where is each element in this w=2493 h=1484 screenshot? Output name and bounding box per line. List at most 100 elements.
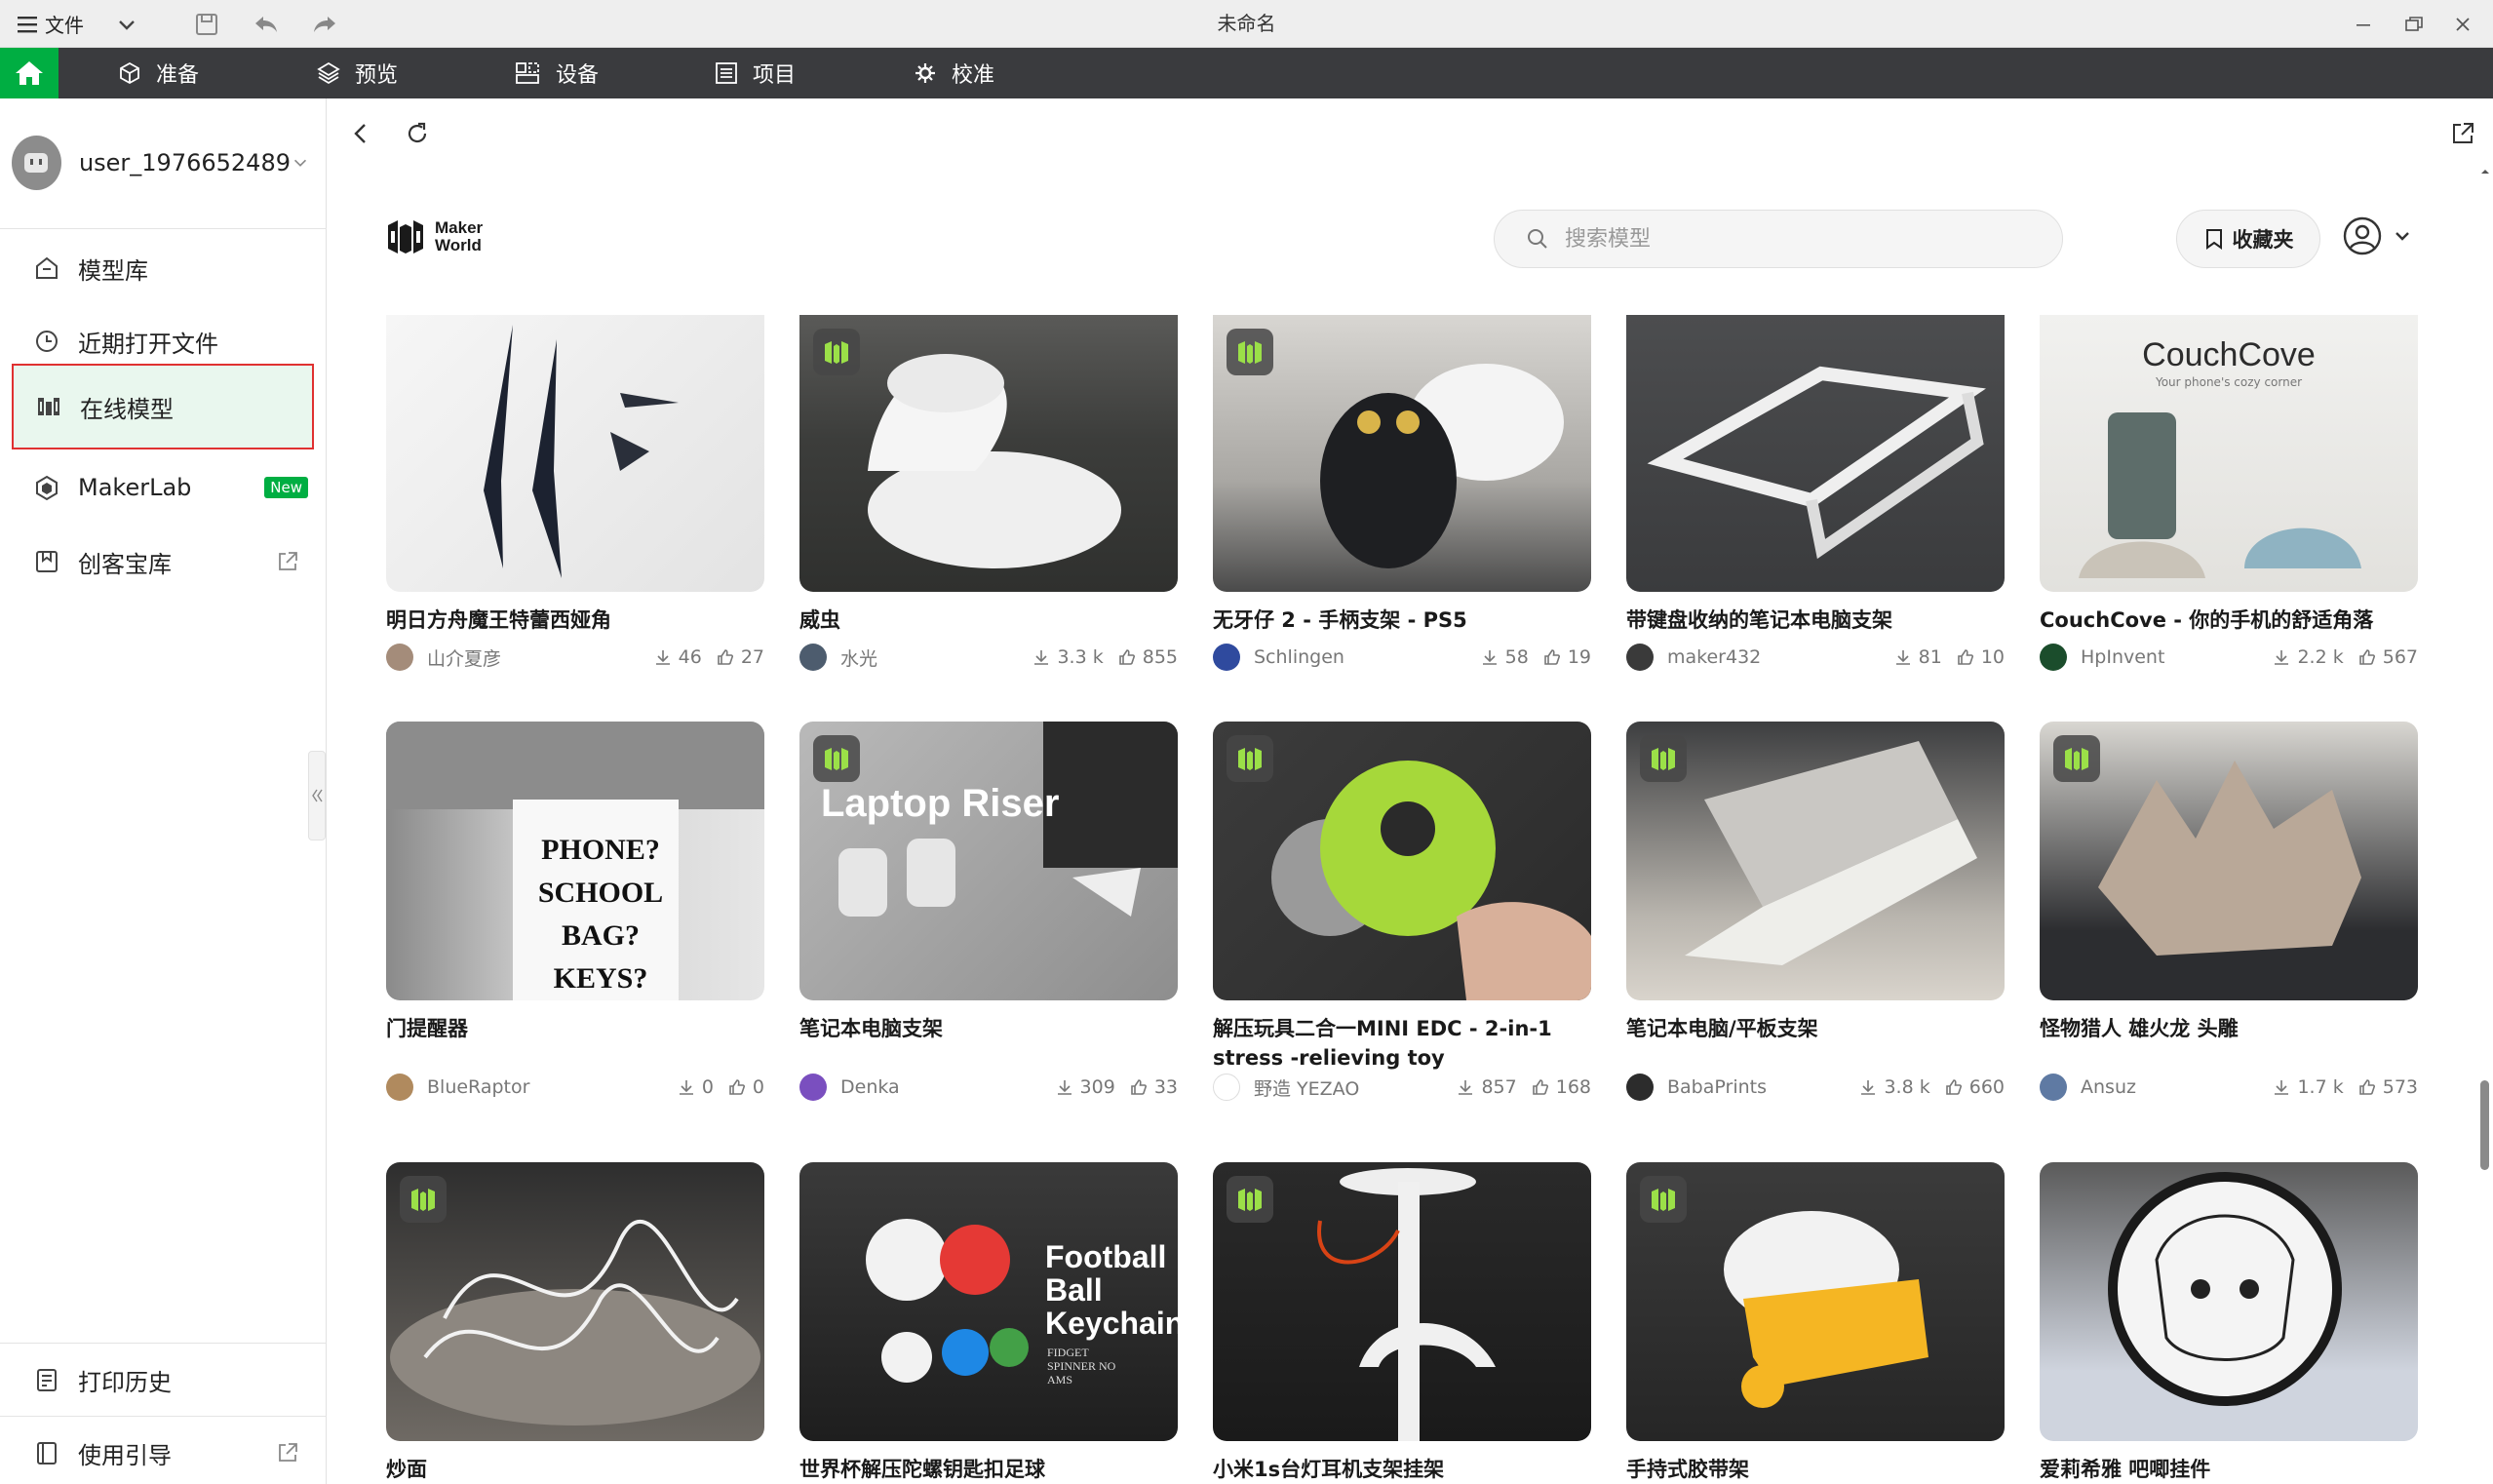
sidebar-item-user-guide[interactable]: 使用引导 <box>12 1419 314 1484</box>
file-menu-button[interactable]: 文件 <box>16 0 84 48</box>
minimize-button[interactable] <box>2352 0 2375 48</box>
author-avatar <box>386 1074 413 1101</box>
author-name[interactable]: BabaPrints <box>1667 1076 1845 1098</box>
like-count: 567 <box>2357 646 2418 668</box>
sidebar-collapse-handle[interactable] <box>308 751 326 840</box>
author-name[interactable]: Schlingen <box>1254 646 1466 668</box>
model-thumbnail[interactable]: Football Ball Keychain FIDGET SPINNER NO… <box>799 1162 1178 1441</box>
model-thumbnail[interactable] <box>1626 722 2005 1000</box>
model-thumbnail[interactable] <box>1213 1162 1591 1441</box>
sidebar-item-model-library[interactable]: 模型库 <box>12 234 314 302</box>
author-name[interactable]: Ansuz <box>2081 1076 2258 1098</box>
model-thumbnail[interactable]: CouchCove Your phone's cozy corner <box>2040 315 2418 592</box>
tab-prepare[interactable]: 准备 <box>117 48 199 98</box>
undo-icon <box>255 16 277 32</box>
author-name[interactable]: BlueRaptor <box>427 1076 663 1098</box>
model-card[interactable]: 手持式胶带架 <box>1626 1162 2005 1484</box>
chevron-down-icon <box>119 20 135 30</box>
undo-button[interactable] <box>252 0 281 48</box>
model-thumbnail[interactable] <box>1626 1162 2005 1441</box>
makerworld-icon <box>33 391 64 422</box>
restore-button[interactable] <box>2402 0 2426 48</box>
model-meta: maker432 81 10 <box>1626 643 2005 672</box>
tab-calibration[interactable]: 校准 <box>913 48 994 98</box>
makerworld-logo-icon <box>388 220 423 254</box>
page-scrollbar[interactable] <box>2480 167 2490 1484</box>
tab-device[interactable]: 设备 <box>515 48 599 98</box>
model-thumbnail[interactable]: Laptop Riser <box>799 722 1178 1000</box>
model-card[interactable]: 解压玩具二合一MINI EDC - 2-in-1 stress -relievi… <box>1213 722 1591 1102</box>
model-thumbnail[interactable] <box>1213 722 1591 1000</box>
sidebar-item-print-history[interactable]: 打印历史 <box>12 1346 314 1414</box>
model-thumbnail[interactable] <box>1626 315 2005 592</box>
scroll-up-arrow-icon <box>2481 170 2489 174</box>
account-menu-button[interactable] <box>2342 215 2412 256</box>
file-dropdown-button[interactable] <box>115 0 138 48</box>
makerworld-header: Maker World 收藏夹 <box>328 167 2473 315</box>
model-card[interactable]: 小米1s台灯耳机支架挂架 <box>1213 1162 1591 1484</box>
model-meta: BabaPrints 3.8 k 660 <box>1626 1073 2005 1102</box>
author-name[interactable]: 野造 YEZAO <box>1254 1074 1442 1101</box>
thumbnail-text: Laptop Riser <box>821 782 1060 825</box>
chevron-down-icon <box>2396 232 2409 241</box>
model-card[interactable]: 爱莉希雅 吧唧挂件 <box>2040 1162 2418 1484</box>
model-thumbnail[interactable] <box>799 315 1178 592</box>
download-icon <box>1459 1080 1473 1095</box>
model-thumbnail[interactable] <box>2040 1162 2418 1441</box>
model-card[interactable]: CouchCove Your phone's cozy corner Couch… <box>2040 315 2418 672</box>
model-grid: 明日方舟魔王特蕾西娅角 山介夏彦 46 27 威虫 水光 3.3 k 855 无… <box>328 315 2473 1484</box>
model-card[interactable]: 明日方舟魔王特蕾西娅角 山介夏彦 46 27 <box>386 315 764 672</box>
author-name[interactable]: Denka <box>840 1076 1041 1098</box>
model-thumbnail[interactable] <box>386 315 764 592</box>
author-name[interactable]: maker432 <box>1667 646 1880 668</box>
model-card[interactable]: Laptop Riser 笔记本电脑支架 Denka 309 33 <box>799 722 1178 1102</box>
model-thumbnail[interactable] <box>1213 315 1591 592</box>
makerworld-badge-icon <box>1640 735 1687 782</box>
close-window-button[interactable] <box>2451 0 2474 48</box>
model-card[interactable]: 无牙仔 2 - 手柄支架 - PS5 Schlingen 58 19 <box>1213 315 1591 672</box>
like-count: 0 <box>727 1076 764 1098</box>
user-circle-icon <box>2343 216 2382 255</box>
search-box[interactable] <box>1494 210 2063 268</box>
author-name[interactable]: 水光 <box>840 644 1018 671</box>
favorites-button[interactable]: 收藏夹 <box>2176 210 2320 268</box>
model-card[interactable]: 怪物猎人 雄火龙 头雕 Ansuz 1.7 k 573 <box>2040 722 2418 1102</box>
sidebar-item-maker-treasury[interactable]: 创客宝库 <box>12 527 314 596</box>
thumbnail-text: PHONE? SCHOOL BAG? KEYS? <box>537 834 664 995</box>
home-icon <box>16 61 43 85</box>
refresh-button[interactable] <box>400 116 435 151</box>
makerworld-badge-icon <box>1640 1176 1687 1223</box>
makerworld-logo[interactable]: Maker World <box>384 215 483 258</box>
open-in-browser-button[interactable] <box>2445 116 2480 151</box>
save-button[interactable] <box>193 0 220 48</box>
model-title: 笔记本电脑支架 <box>799 1017 943 1040</box>
makerworld-badge-icon <box>813 329 860 375</box>
sidebar-item-makerlab[interactable]: MakerLab New <box>12 453 314 522</box>
model-title: 爱莉希雅 吧唧挂件 <box>2040 1458 2211 1481</box>
makerlab-icon <box>31 472 62 503</box>
user-account-menu[interactable]: user_1976652489 <box>12 134 314 192</box>
download-count: 58 <box>1480 646 1529 668</box>
model-card[interactable]: Football Ball Keychain FIDGET SPINNER NO… <box>799 1162 1178 1484</box>
search-input[interactable] <box>1565 226 2033 252</box>
model-thumbnail[interactable] <box>2040 722 2418 1000</box>
author-avatar <box>386 644 413 671</box>
tab-preview[interactable]: 预览 <box>316 48 398 98</box>
model-card[interactable]: 带键盘收纳的笔记本电脑支架 maker432 81 10 <box>1626 315 2005 672</box>
model-thumbnail[interactable]: PHONE? SCHOOL BAG? KEYS? <box>386 722 764 1000</box>
back-button[interactable] <box>343 116 378 151</box>
author-name[interactable]: HpInvent <box>2081 646 2258 668</box>
download-count: 0 <box>677 1076 714 1098</box>
model-card[interactable]: 威虫 水光 3.3 k 855 <box>799 315 1178 672</box>
tab-project[interactable]: 项目 <box>714 48 796 98</box>
tab-label: 准备 <box>156 63 200 88</box>
model-card[interactable]: 炒面 <box>386 1162 764 1484</box>
redo-button[interactable] <box>310 0 339 48</box>
sidebar-item-online-models[interactable]: 在线模型 <box>12 364 314 449</box>
model-card[interactable]: 笔记本电脑/平板支架 BabaPrints 3.8 k 660 <box>1626 722 2005 1102</box>
author-name[interactable]: 山介夏彦 <box>427 644 640 671</box>
home-button[interactable] <box>0 48 58 98</box>
scrollbar-thumb[interactable] <box>2480 1080 2489 1170</box>
model-thumbnail[interactable] <box>386 1162 764 1441</box>
model-card[interactable]: PHONE? SCHOOL BAG? KEYS? 门提醒器 BlueRaptor… <box>386 722 764 1102</box>
